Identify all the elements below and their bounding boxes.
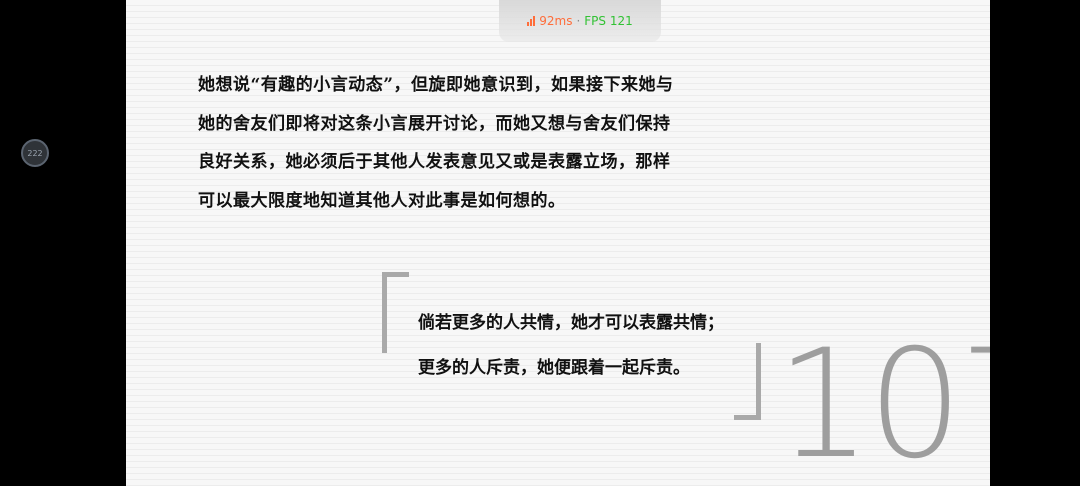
signal-bars-icon (527, 16, 536, 26)
pull-quote: 倘若更多的人共情，她才可以表露共情； 更多的人斥责，她便跟着一起斥责。 (418, 301, 768, 391)
floating-assist-button[interactable]: 222 (21, 139, 49, 167)
overlay-separator: · (576, 14, 581, 28)
performance-overlay: 92ms · FPS 121 (499, 0, 661, 42)
reader-page[interactable]: 92ms · FPS 121 她想说“有趣的小言动态”，但旋即她意识到，如果接下… (126, 0, 990, 486)
quote-line-1: 倘若更多的人共情，她才可以表露共情； (418, 313, 724, 333)
page-number: 107 (776, 318, 990, 486)
quote-open-bracket (382, 272, 409, 353)
quote-close-bracket (734, 343, 761, 420)
body-paragraph: 她想说“有趣的小言动态”，但旋即她意识到，如果接下来她与她的舍友们即将对这条小言… (198, 75, 674, 211)
floating-button-label: 222 (27, 148, 43, 158)
fps-readout: FPS 121 (584, 14, 633, 28)
quote-line-2: 更多的人斥责，她便跟着一起斥责。 (418, 358, 690, 378)
latency-readout: 92ms (539, 14, 573, 28)
